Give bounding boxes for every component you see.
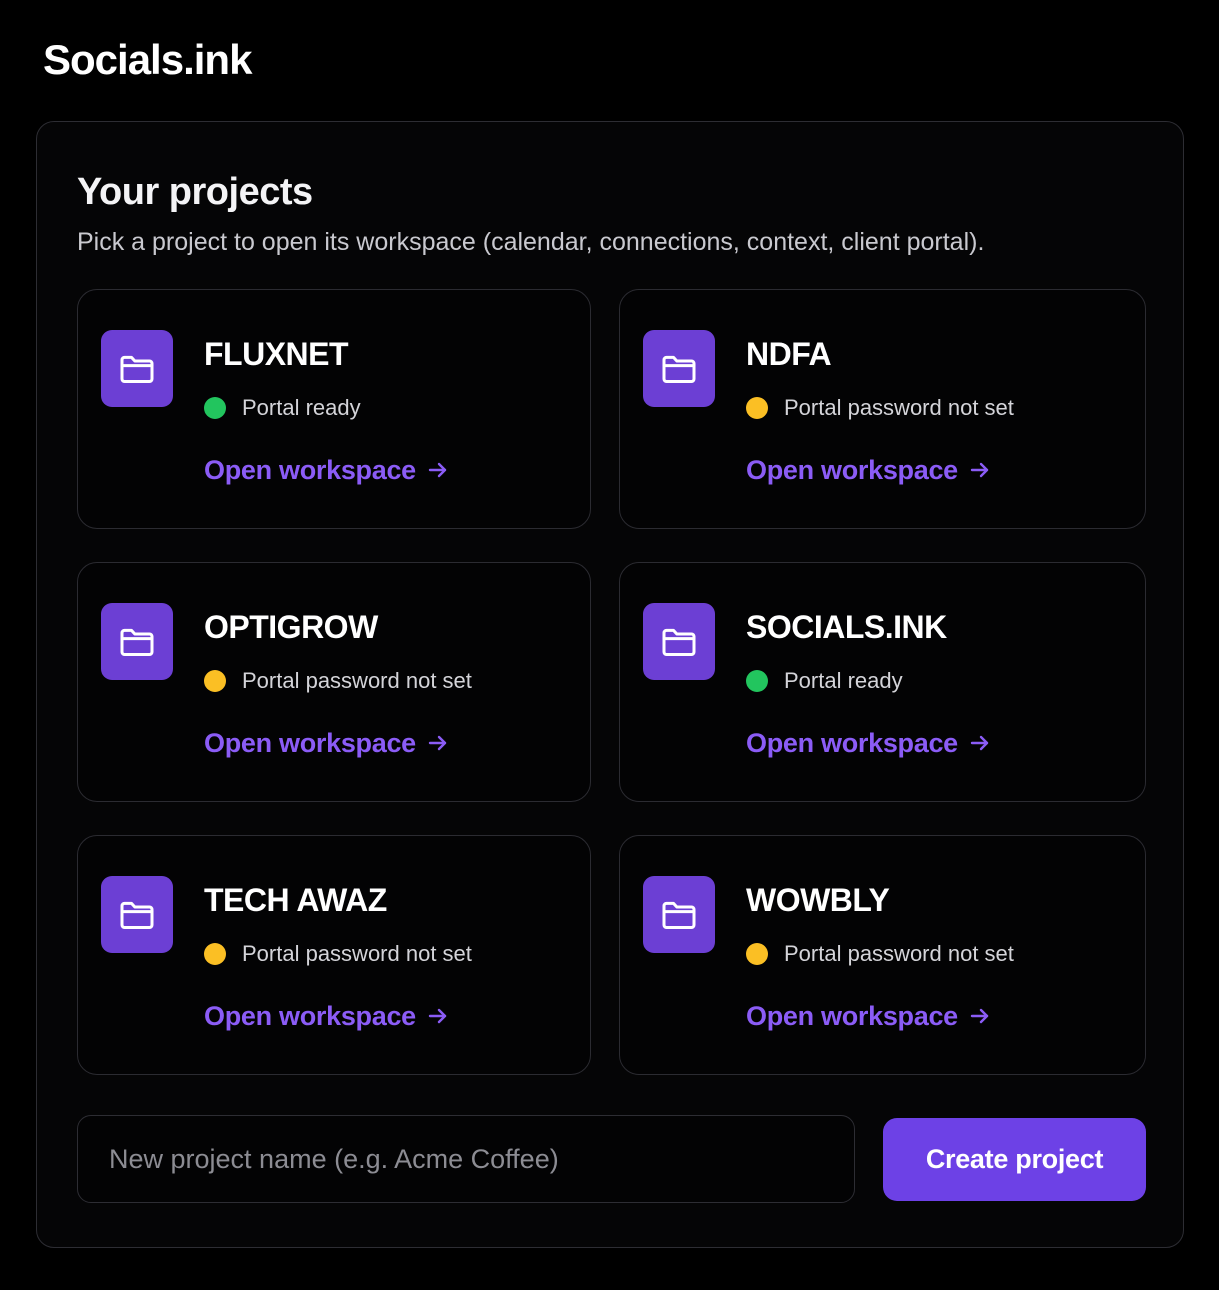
panel-subtitle: Pick a project to open its workspace (ca… (77, 228, 985, 256)
project-card-fluxnet[interactable]: FLUXNET Portal ready Open workspace (77, 289, 591, 529)
open-workspace-link[interactable]: Open workspace (204, 726, 450, 760)
create-project-button[interactable]: Create project (883, 1118, 1146, 1201)
portal-status-text: Portal password not set (242, 941, 472, 966)
folder-icon (101, 603, 173, 680)
brand-logo-text: Socials.ink (43, 36, 252, 83)
open-workspace-link[interactable]: Open workspace (746, 726, 992, 760)
status-dot-icon (746, 670, 768, 692)
folder-icon (643, 876, 715, 953)
portal-status-text: Portal ready (242, 395, 361, 420)
portal-status-text: Portal password not set (784, 395, 1014, 420)
arrow-right-icon (428, 735, 447, 751)
folder-icon (101, 876, 173, 953)
project-card-optigrow[interactable]: OPTIGROW Portal password not set Open wo… (77, 562, 591, 802)
project-name: FLUXNET (204, 336, 349, 372)
open-workspace-label: Open workspace (746, 455, 958, 485)
project-grid: FLUXNET Portal ready Open workspace NDFA… (77, 289, 1146, 1075)
panel-title: Your projects (77, 171, 313, 213)
status-dot-icon (204, 670, 226, 692)
project-name: OPTIGROW (204, 609, 378, 645)
portal-status-text: Portal password not set (242, 668, 472, 693)
portal-status: Portal password not set (204, 667, 472, 695)
portal-status: Portal password not set (746, 394, 1014, 422)
portal-status: Portal password not set (746, 940, 1014, 968)
open-workspace-label: Open workspace (204, 728, 416, 758)
project-card-tech-awaz[interactable]: TECH AWAZ Portal password not set Open w… (77, 835, 591, 1075)
new-project-name-input[interactable] (77, 1115, 855, 1203)
status-dot-icon (204, 943, 226, 965)
folder-icon (643, 603, 715, 680)
open-workspace-link[interactable]: Open workspace (204, 453, 450, 487)
projects-panel: Your projects Pick a project to open its… (36, 121, 1184, 1248)
portal-status-text: Portal ready (784, 668, 903, 693)
open-workspace-label: Open workspace (746, 1001, 958, 1031)
portal-status-text: Portal password not set (784, 941, 1014, 966)
project-name: TECH AWAZ (204, 882, 387, 918)
open-workspace-link[interactable]: Open workspace (746, 999, 992, 1033)
arrow-right-icon (970, 462, 989, 478)
project-name: SOCIALS.INK (746, 609, 947, 645)
open-workspace-label: Open workspace (204, 455, 416, 485)
open-workspace-link[interactable]: Open workspace (204, 999, 450, 1033)
arrow-right-icon (428, 462, 447, 478)
portal-status: Portal ready (746, 667, 903, 695)
portal-status: Portal ready (204, 394, 361, 422)
project-name: WOWBLY (746, 882, 890, 918)
folder-icon (643, 330, 715, 407)
open-workspace-label: Open workspace (204, 1001, 416, 1031)
project-name: NDFA (746, 336, 832, 372)
project-card-socials-ink[interactable]: SOCIALS.INK Portal ready Open workspace (619, 562, 1146, 802)
project-card-wowbly[interactable]: WOWBLY Portal password not set Open work… (619, 835, 1146, 1075)
arrow-right-icon (428, 1008, 447, 1024)
arrow-right-icon (970, 735, 989, 751)
arrow-right-icon (970, 1008, 989, 1024)
project-card-ndfa[interactable]: NDFA Portal password not set Open worksp… (619, 289, 1146, 529)
status-dot-icon (204, 397, 226, 419)
open-workspace-label: Open workspace (746, 728, 958, 758)
folder-icon (101, 330, 173, 407)
portal-status: Portal password not set (204, 940, 472, 968)
status-dot-icon (746, 943, 768, 965)
open-workspace-link[interactable]: Open workspace (746, 453, 992, 487)
status-dot-icon (746, 397, 768, 419)
